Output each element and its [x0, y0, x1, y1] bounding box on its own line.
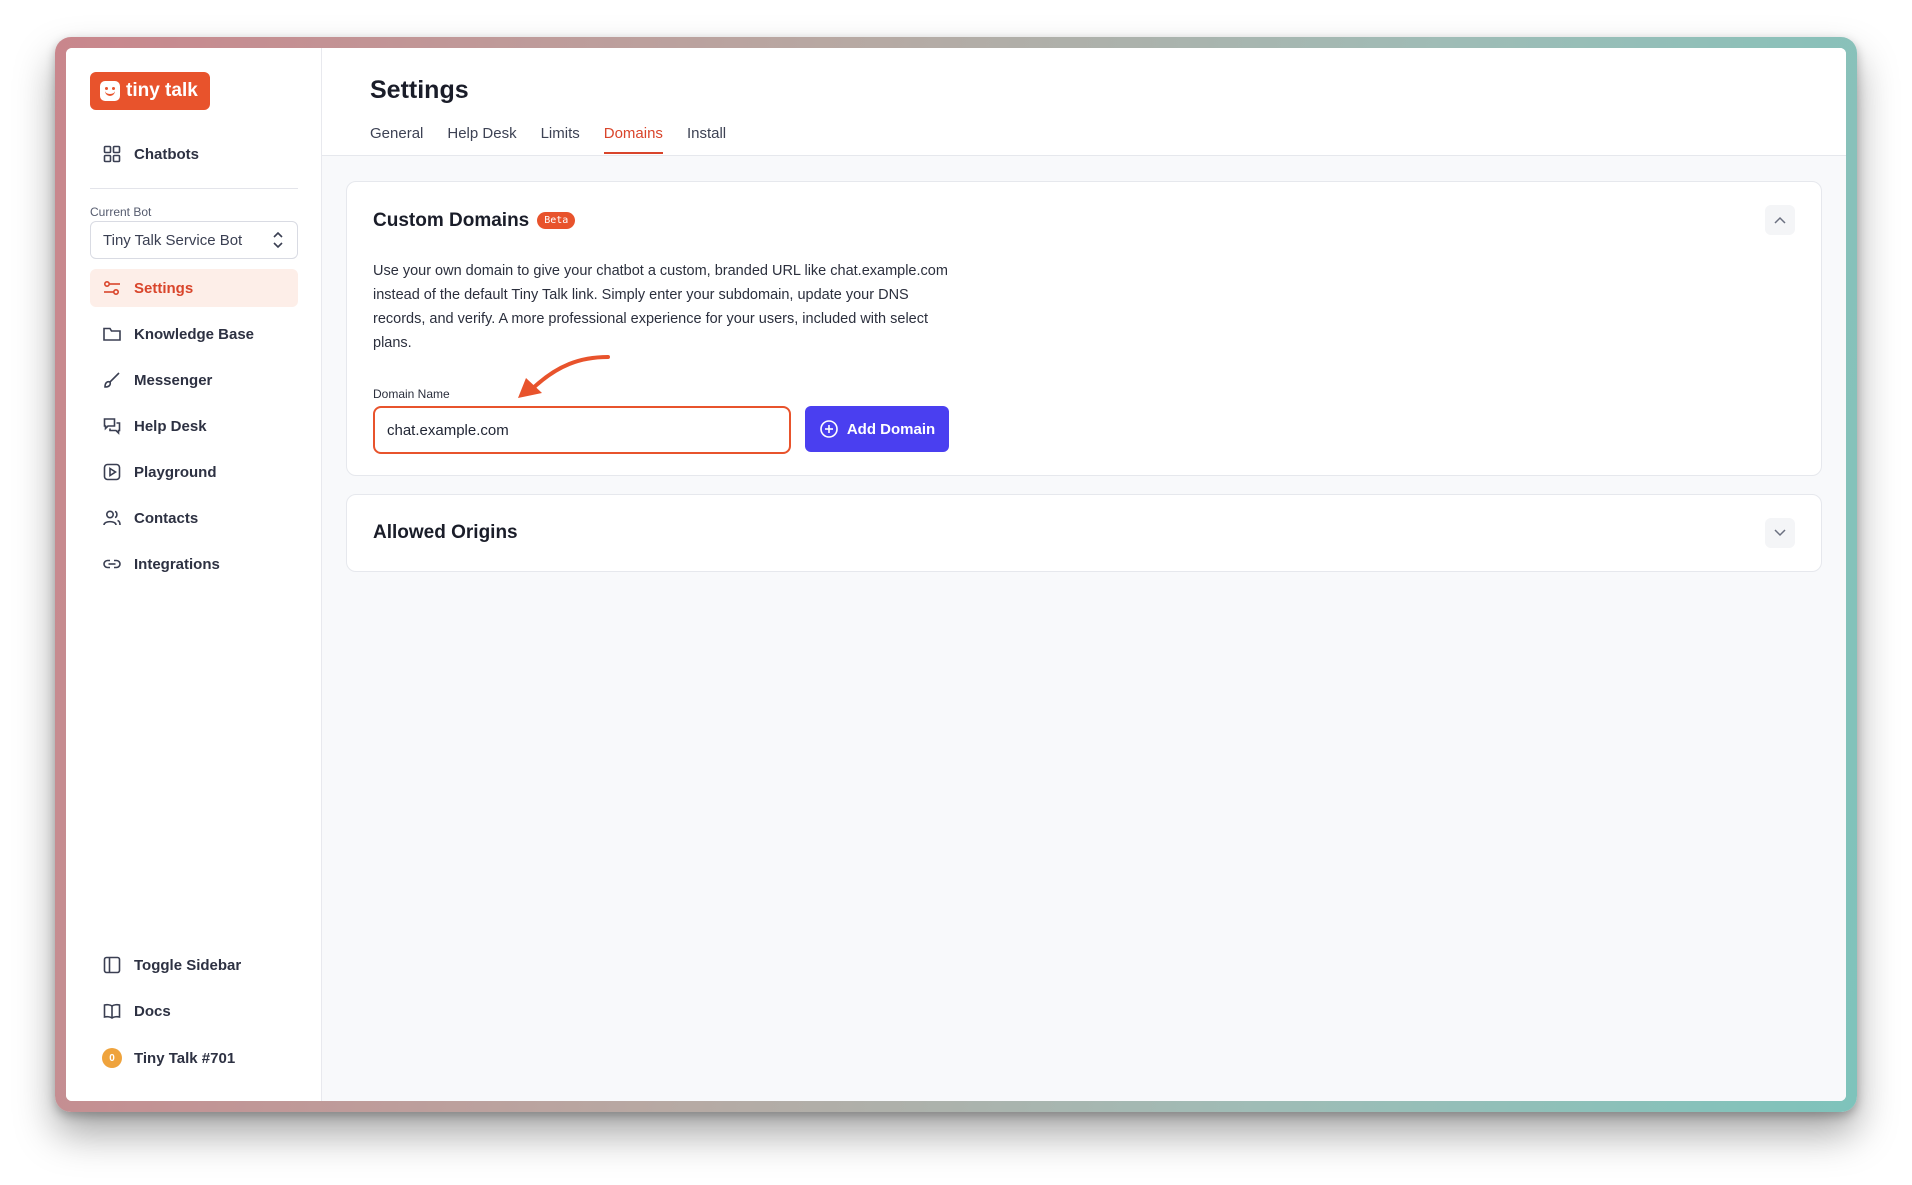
tab-help-desk[interactable]: Help Desk [447, 125, 516, 154]
tab-limits[interactable]: Limits [541, 125, 580, 154]
chevron-down-icon [1774, 529, 1786, 537]
main-content: Settings General Help Desk Limits Domain… [322, 48, 1846, 1101]
toggle-sidebar-label: Toggle Sidebar [134, 956, 242, 974]
expand-button[interactable] [1765, 518, 1795, 548]
sidebar-item-settings[interactable]: Settings [90, 269, 298, 307]
current-bot-label: Current Bot [90, 205, 152, 219]
page-title: Settings [370, 76, 469, 104]
custom-domains-description: Use your own domain to give your chatbot… [373, 263, 948, 351]
sidebar-item-label: Chatbots [134, 145, 199, 163]
annotation-arrow-icon [518, 355, 610, 398]
custom-domains-title: Custom Domains Beta [373, 210, 576, 232]
docs-link[interactable]: Docs [90, 992, 298, 1030]
docs-label: Docs [134, 1002, 171, 1020]
sidebar-panel-icon [103, 956, 121, 974]
sidebar-item-integrations[interactable]: Integrations [90, 545, 298, 583]
current-bot-select[interactable]: Tiny Talk Service Bot [90, 221, 298, 259]
sidebar-divider [90, 188, 298, 189]
logo-text: tiny talk [126, 80, 198, 101]
sidebar-item-messenger[interactable]: Messenger [90, 361, 298, 399]
sidebar-item-label: Contacts [134, 509, 199, 527]
plus-circle-icon [820, 420, 838, 438]
collapse-button[interactable] [1765, 205, 1795, 235]
users-icon [103, 510, 121, 526]
tab-install[interactable]: Install [687, 125, 726, 154]
link-icon [103, 559, 121, 569]
add-domain-label: Add Domain [846, 420, 936, 438]
sliders-icon [103, 280, 120, 296]
current-bot-value: Tiny Talk Service Bot [103, 231, 243, 249]
allowed-origins-card[interactable]: Allowed Origins [346, 494, 1822, 572]
allowed-origins-title: Allowed Origins [373, 522, 518, 543]
sidebar-item-knowledge-base[interactable]: Knowledge Base [90, 315, 298, 353]
app-window: tiny talk Chatbots Current Bot Tiny Talk… [66, 48, 1846, 1101]
sidebar-item-chatbots[interactable]: Chatbots [90, 135, 298, 173]
domain-name-label: Domain Name [373, 387, 450, 401]
sidebar-item-label: Integrations [134, 555, 220, 573]
folder-icon [103, 327, 121, 341]
sidebar-item-label: Help Desk [134, 417, 207, 435]
add-domain-button[interactable]: Add Domain [805, 406, 949, 452]
toggle-sidebar-button[interactable]: Toggle Sidebar [90, 946, 298, 984]
sidebar-item-contacts[interactable]: Contacts [90, 499, 298, 537]
domain-name-input[interactable] [373, 406, 791, 454]
sidebar-item-playground[interactable]: Playground [90, 453, 298, 491]
settings-tabs: General Help Desk Limits Domains Install [370, 125, 726, 154]
beta-badge: Beta [537, 212, 576, 229]
grid-icon [103, 145, 121, 163]
chevron-up-down-icon [273, 231, 283, 249]
account-name: Tiny Talk #701 [134, 1049, 236, 1067]
sidebar-item-help-desk[interactable]: Help Desk [90, 407, 298, 445]
chat-bubbles-icon [103, 418, 121, 435]
custom-domains-card: Custom Domains Beta Use your own domain t… [346, 181, 1822, 476]
account-menu[interactable]: 0 Tiny Talk #701 [90, 1039, 298, 1077]
sidebar-item-label: Settings [134, 279, 194, 297]
sidebar-item-label: Messenger [134, 371, 213, 389]
page-header: Settings General Help Desk Limits Domain… [322, 48, 1846, 156]
chevron-up-icon [1774, 216, 1786, 224]
smiley-logo-icon [100, 81, 120, 101]
tab-domains[interactable]: Domains [603, 125, 664, 154]
play-icon [103, 463, 121, 481]
sidebar-item-label: Playground [134, 463, 217, 481]
sidebar: tiny talk Chatbots Current Bot Tiny Talk… [66, 48, 322, 1101]
custom-domains-title-text: Custom Domains [373, 210, 530, 231]
sidebar-item-label: Knowledge Base [134, 325, 255, 343]
account-avatar: 0 [102, 1048, 122, 1068]
tab-general[interactable]: General [370, 125, 423, 154]
book-icon [103, 1003, 121, 1019]
tiny-talk-logo[interactable]: tiny talk [90, 72, 210, 110]
brush-icon [104, 372, 120, 388]
